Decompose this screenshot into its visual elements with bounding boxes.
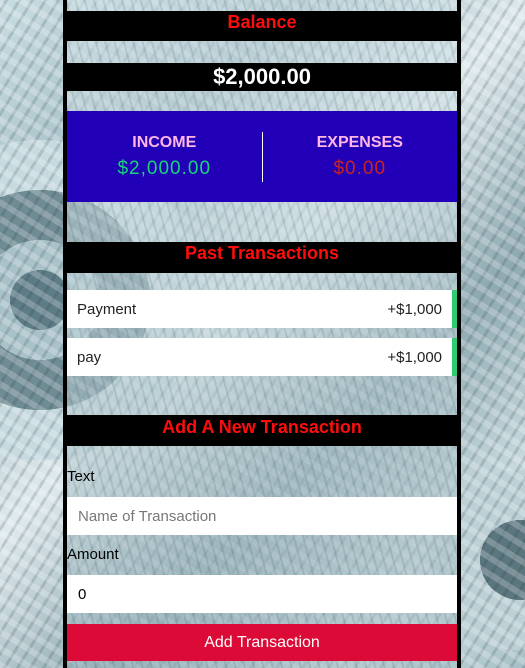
transaction-item[interactable]: Payment +$1,000 <box>67 290 457 328</box>
transaction-text: pay <box>77 348 102 366</box>
income-column: INCOME $2,000.00 <box>67 134 262 180</box>
transaction-item[interactable]: pay +$1,000 <box>67 338 457 376</box>
expenses-column: EXPENSES $0.00 <box>263 134 458 180</box>
income-expense-summary: INCOME $2,000.00 EXPENSES $0.00 <box>67 111 457 202</box>
app-container: Balance $2,000.00 INCOME $2,000.00 EXPEN… <box>63 0 461 668</box>
transaction-amount-input[interactable] <box>67 575 457 613</box>
balance-amount: $2,000.00 <box>67 63 457 91</box>
add-transaction-button[interactable]: Add Transaction <box>67 624 457 661</box>
transaction-text: Payment <box>77 300 137 318</box>
transaction-amount: +$1,000 <box>387 300 442 318</box>
balance-heading: Balance <box>67 11 457 41</box>
amount-field-label: Amount <box>67 546 119 563</box>
income-label: INCOME <box>132 133 197 151</box>
past-transactions-heading: Past Transactions <box>67 242 457 273</box>
income-value: $2,000.00 <box>117 157 212 179</box>
text-field-label: Text <box>67 468 95 485</box>
transaction-text-input[interactable] <box>67 497 457 535</box>
expenses-value: $0.00 <box>333 157 387 179</box>
expenses-label: EXPENSES <box>316 133 403 151</box>
transaction-amount: +$1,000 <box>387 348 442 366</box>
add-transaction-heading: Add A New Transaction <box>67 415 457 446</box>
